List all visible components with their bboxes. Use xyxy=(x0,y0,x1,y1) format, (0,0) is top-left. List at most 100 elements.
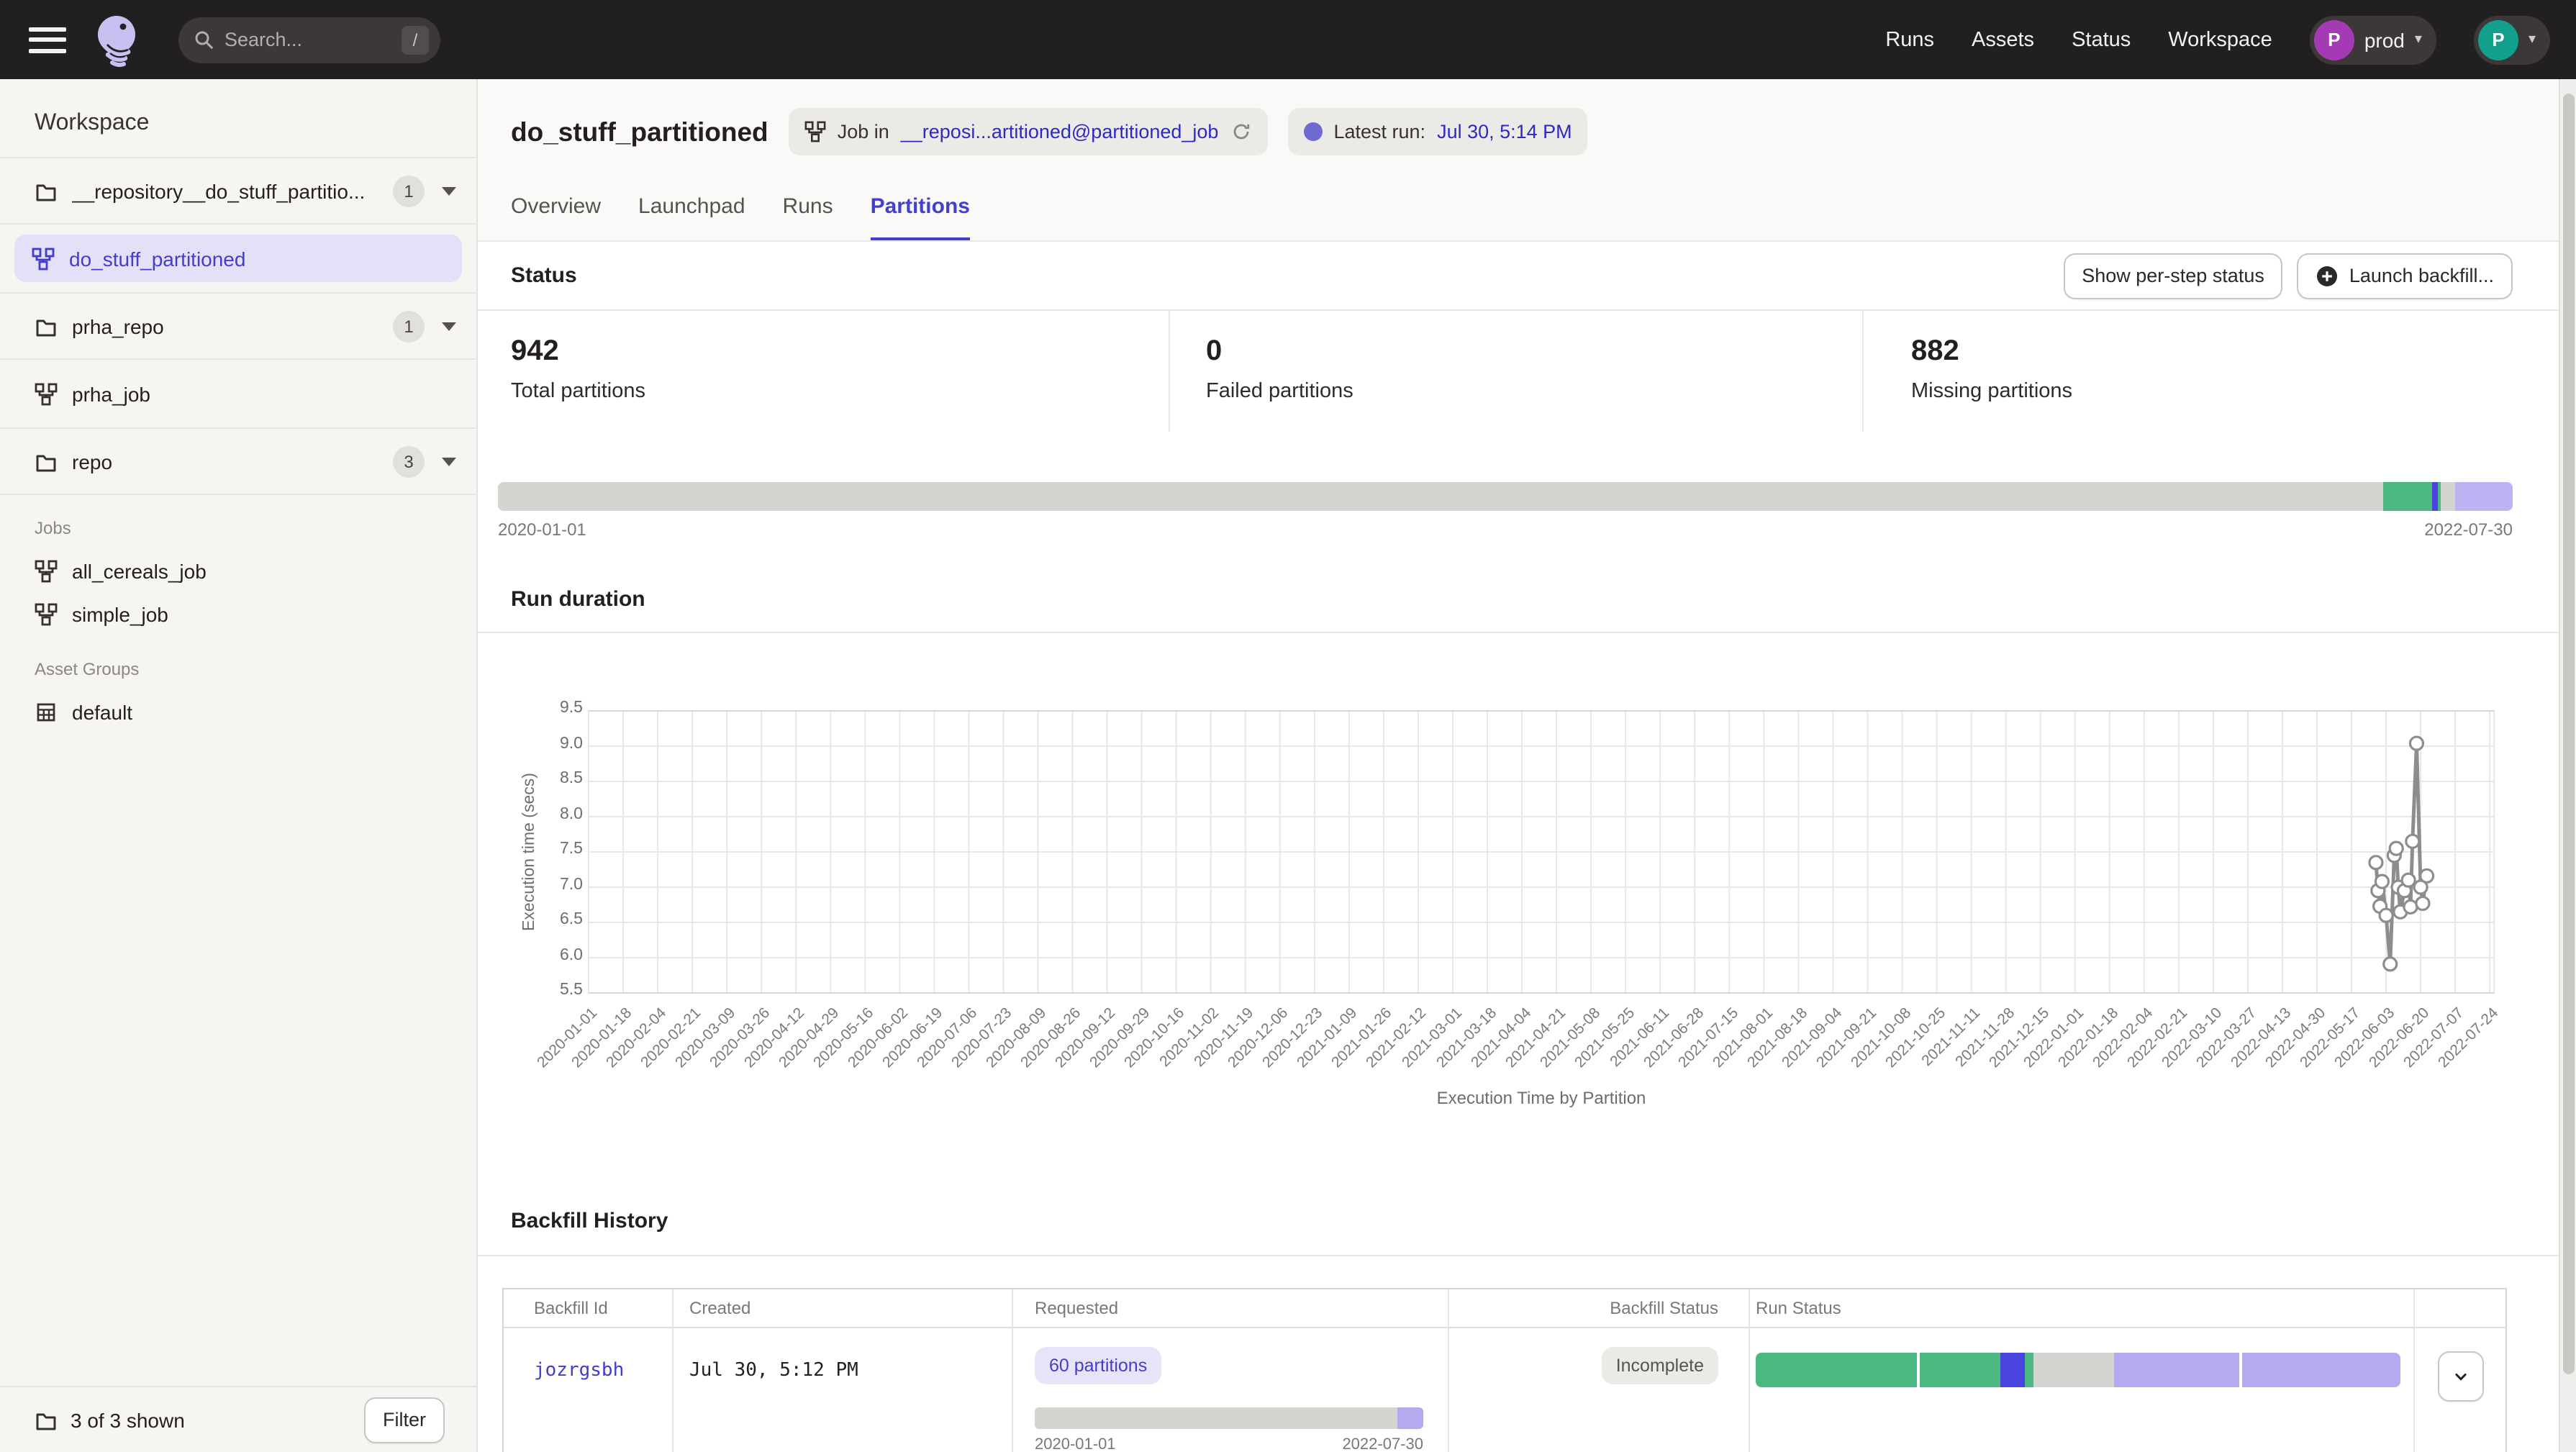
tab-bar: Overview Launchpad Runs Partitions xyxy=(511,194,2513,240)
workspace-sidebar: Workspace __repository__do_stuff_partiti… xyxy=(0,79,478,1452)
backfill-id-link[interactable]: jozrgsbh xyxy=(504,1328,674,1452)
job-icon xyxy=(32,247,55,270)
count-badge: 1 xyxy=(393,310,425,342)
data-point-marker xyxy=(2416,897,2429,910)
backfill-history-section-header: Backfill History xyxy=(478,1194,2559,1256)
y-axis-label: Execution time (secs) xyxy=(521,773,538,931)
sidebar-item-label: repo xyxy=(72,450,393,473)
sidebar-item-prha-job[interactable]: prha_job xyxy=(0,360,476,427)
latest-run-link[interactable]: Jul 30, 5:14 PM xyxy=(1437,121,1572,142)
search-input[interactable] xyxy=(225,29,383,50)
nav-link-runs[interactable]: Runs xyxy=(1885,28,1934,51)
column-header-actions xyxy=(2415,1289,2505,1327)
bar-segment xyxy=(498,482,2384,511)
sidebar-item-prha-repo[interactable]: prha_repo 1 xyxy=(0,292,476,360)
filter-button[interactable]: Filter xyxy=(364,1397,445,1443)
data-point-marker xyxy=(2410,737,2423,750)
reload-icon[interactable] xyxy=(1230,121,1251,142)
data-point-marker xyxy=(2369,856,2382,869)
global-search[interactable]: / xyxy=(178,17,440,63)
nav-links: Runs Assets Status Workspace P prod ▾ P … xyxy=(1885,15,2550,64)
partition-status-bar-block: 2020-01-01 2022-07-30 xyxy=(498,482,2513,540)
y-tick-label: 9.5 xyxy=(537,699,583,717)
chevron-down-icon: ▾ xyxy=(2415,32,2422,47)
hamburger-menu-icon[interactable] xyxy=(29,27,66,53)
requested-cell: 60 partitions 2020-01-01 2022-07-30 xyxy=(1013,1328,1449,1452)
bar-segment xyxy=(2241,1353,2400,1387)
folder-icon xyxy=(35,179,58,202)
search-shortcut-key: / xyxy=(402,25,429,54)
stat-label: Missing partitions xyxy=(1911,380,2559,403)
job-tag-link[interactable]: __reposi...artitioned@partitioned_job xyxy=(901,121,1219,142)
dagster-logo-icon[interactable] xyxy=(89,11,144,68)
data-point-marker xyxy=(2375,875,2388,888)
show-per-step-status-button[interactable]: Show per-step status xyxy=(2063,253,2283,299)
user-menu[interactable]: P ▾ xyxy=(2474,15,2550,64)
row-expand-button[interactable] xyxy=(2437,1351,2483,1402)
table-row: jozrgsbh Jul 30, 5:12 PM 60 partitions 2… xyxy=(504,1328,2505,1452)
column-header-backfill-id: Backfill Id xyxy=(504,1289,674,1327)
partitions-panel: Status Show per-step status Launch backf… xyxy=(478,240,2559,1452)
y-tick-label: 6.0 xyxy=(537,946,583,963)
data-point-marker xyxy=(2390,842,2403,855)
sidebar-item-all-cereals-job[interactable]: all_cereals_job xyxy=(0,550,476,593)
sidebar-title: Workspace xyxy=(0,79,476,157)
sidebar-item-label: prha_repo xyxy=(72,314,393,337)
column-header-run-status: Run Status xyxy=(1750,1289,2415,1327)
tab-launchpad[interactable]: Launchpad xyxy=(638,194,745,240)
sidebar-footer: 3 of 3 shown Filter xyxy=(0,1386,476,1452)
tab-partitions[interactable]: Partitions xyxy=(871,194,970,240)
range-start-label: 2020-01-01 xyxy=(498,519,586,540)
backfill-status-cell: Incomplete xyxy=(1449,1328,1750,1452)
job-icon xyxy=(804,121,826,142)
backfill-history-heading: Backfill History xyxy=(511,1209,2526,1233)
app-window: / Runs Assets Status Workspace P prod ▾ … xyxy=(0,0,2576,1452)
job-origin-tag: Job in __reposi...artitioned@partitioned… xyxy=(789,108,1268,155)
sidebar-item-label: all_cereals_job xyxy=(72,560,207,583)
stat-value: 942 xyxy=(511,335,1169,368)
caret-down-icon[interactable] xyxy=(442,186,456,195)
data-point-marker xyxy=(2404,900,2417,913)
column-header-created: Created xyxy=(674,1289,1013,1327)
nav-link-status[interactable]: Status xyxy=(2072,28,2131,51)
sidebar-item-label: __repository__do_stuff_partitio... xyxy=(72,179,393,202)
data-point-marker xyxy=(2421,869,2434,882)
job-icon xyxy=(35,382,58,405)
sidebar-item-repository[interactable]: __repository__do_stuff_partitio... 1 xyxy=(0,157,476,224)
search-icon xyxy=(193,28,216,51)
sidebar-item-do-stuff-partitioned[interactable]: do_stuff_partitioned xyxy=(14,235,462,282)
tab-runs[interactable]: Runs xyxy=(783,194,833,240)
latest-run-tag: Latest run: Jul 30, 5:14 PM xyxy=(1287,108,1587,155)
sidebar-item-label: simple_job xyxy=(72,603,168,626)
stat-value: 882 xyxy=(1911,335,2559,368)
caret-down-icon[interactable] xyxy=(442,457,456,466)
y-tick-label: 8.0 xyxy=(537,805,583,822)
data-point-marker xyxy=(2384,958,2397,971)
jobs-section-label: Jobs xyxy=(0,495,476,550)
bar-segment xyxy=(1035,1407,1398,1429)
bar-segment xyxy=(2384,482,2432,511)
deployment-switcher[interactable]: P prod ▾ xyxy=(2310,15,2436,64)
run-duration-chart: Execution time (secs) Execution Time by … xyxy=(478,633,2559,1122)
column-header-backfill-status: Backfill Status xyxy=(1449,1289,1750,1327)
nav-link-assets[interactable]: Assets xyxy=(1972,28,2034,51)
y-tick-label: 7.0 xyxy=(537,876,583,893)
launch-backfill-button[interactable]: Launch backfill... xyxy=(2298,253,2513,299)
y-tick-label: 8.5 xyxy=(537,770,583,787)
sidebar-item-default-group[interactable]: default xyxy=(0,691,476,734)
caret-down-icon[interactable] xyxy=(442,322,456,330)
run-duration-heading: Run duration xyxy=(511,587,2526,612)
nav-link-workspace[interactable]: Workspace xyxy=(2168,28,2272,51)
table-header-row: Backfill Id Created Requested Backfill S… xyxy=(504,1289,2505,1328)
tab-overview[interactable]: Overview xyxy=(511,194,601,240)
asset-group-icon xyxy=(35,701,58,724)
scrollbar-thumb[interactable] xyxy=(2563,94,2575,1374)
created-timestamp: Jul 30, 5:12 PM xyxy=(674,1328,1013,1452)
bar-segment xyxy=(2000,1353,2025,1387)
count-badge: 1 xyxy=(393,175,425,207)
sidebar-item-repo[interactable]: repo 3 xyxy=(0,427,476,495)
sidebar-item-simple-job[interactable]: simple_job xyxy=(0,593,476,636)
status-heading: Status xyxy=(511,263,577,288)
main-content: do_stuff_partitioned Job in __reposi...a… xyxy=(478,79,2559,1452)
requested-partitions-pill[interactable]: 60 partitions xyxy=(1035,1347,1161,1384)
